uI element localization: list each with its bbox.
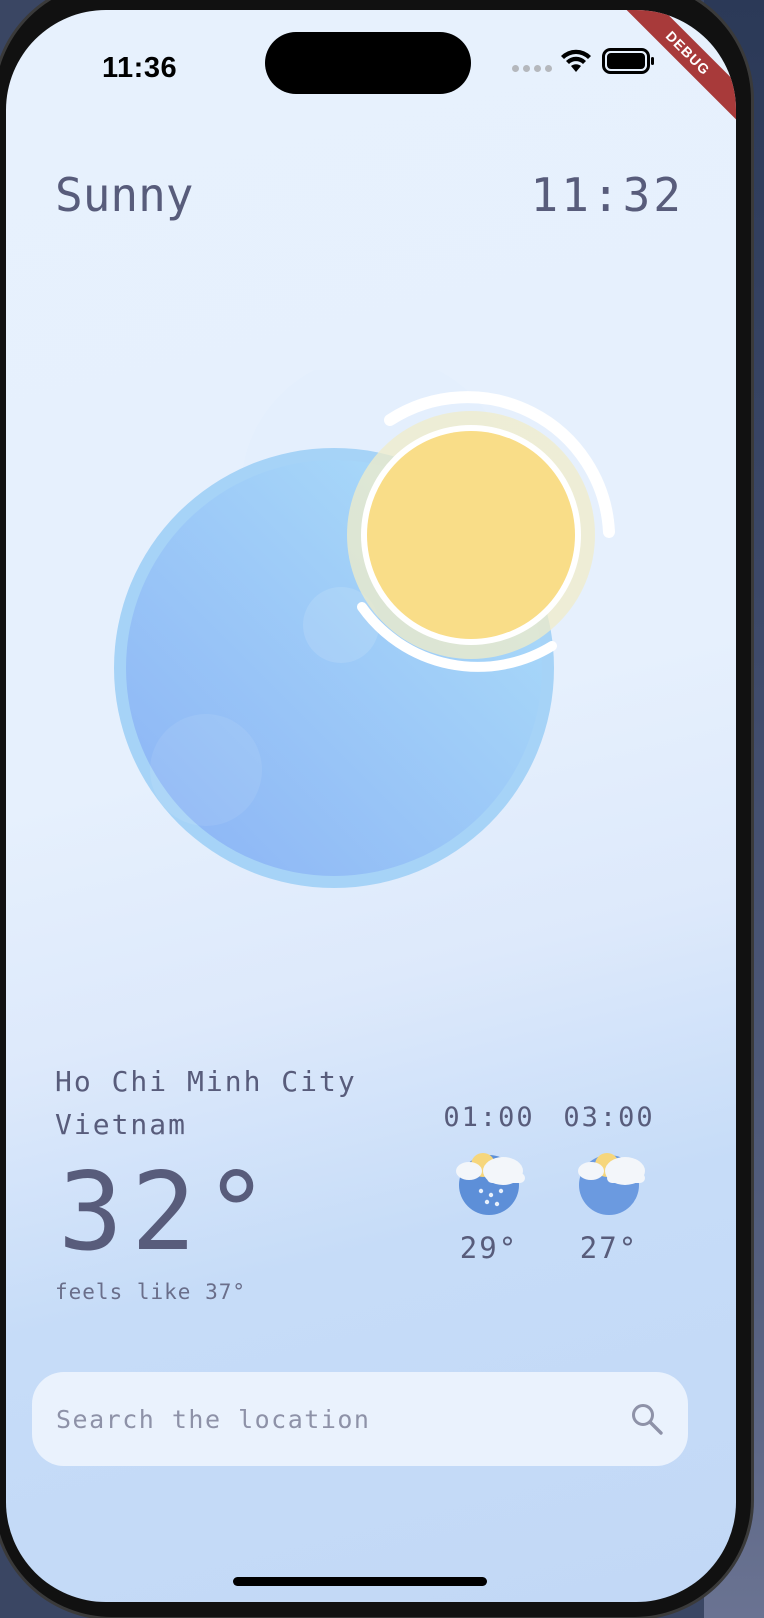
dynamic-island <box>265 32 471 94</box>
forecast-time: 01:00 <box>443 1102 535 1133</box>
current-temperature: 32° <box>58 1150 278 1275</box>
forecast-temperature: 29° <box>459 1231 519 1265</box>
status-bar-time: 11:36 <box>102 52 178 84</box>
forecast-item: 03:00 27° <box>554 1102 664 1265</box>
forecast-time: 03:00 <box>563 1102 655 1133</box>
partly-cloudy-icon <box>578 1153 645 1215</box>
forecast-temperature: 27° <box>579 1231 639 1265</box>
feels-like-temperature: feels like 37° <box>55 1280 247 1304</box>
battery-icon <box>602 48 654 74</box>
cellular-signal-icon <box>512 65 552 72</box>
sunny-weather-illustration <box>114 370 615 888</box>
search-icon[interactable] <box>630 1402 664 1436</box>
local-time: 11:32 <box>530 168 684 222</box>
search-bar[interactable] <box>32 1372 688 1466</box>
partly-cloudy-rain-icon <box>456 1153 525 1215</box>
search-input[interactable] <box>56 1404 630 1434</box>
forecast-item: 01:00 29° <box>434 1102 544 1265</box>
wifi-icon <box>561 49 591 72</box>
location-city: Ho Chi Minh City <box>55 1065 357 1098</box>
app-screen: 11:36 DEBUG Sunny 11:32 Ho Chi Minh City… <box>6 10 736 1602</box>
weather-condition: Sunny <box>55 168 194 222</box>
location-country: Vietnam <box>55 1108 188 1141</box>
home-indicator[interactable] <box>233 1577 487 1586</box>
